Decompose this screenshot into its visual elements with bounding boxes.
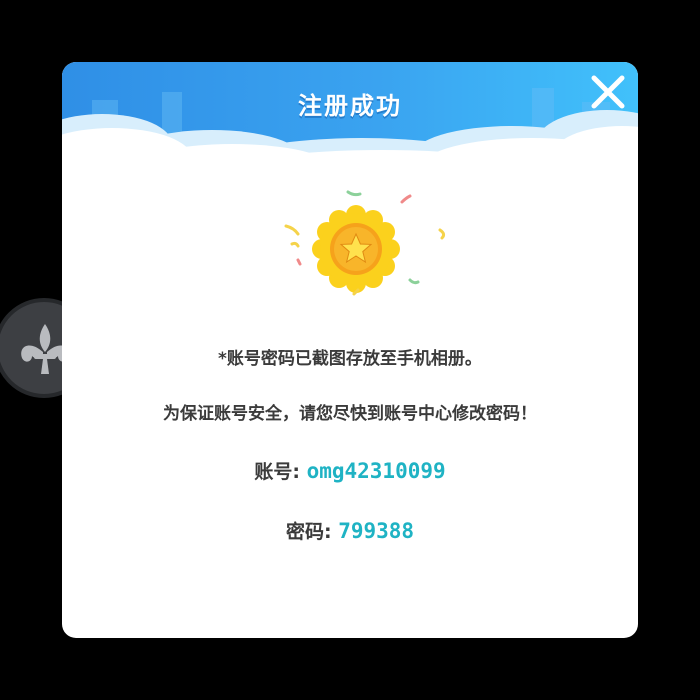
message-screenshot-saved: *账号密码已截图存放至手机相册。 — [218, 349, 482, 369]
account-value: omg42310099 — [306, 459, 446, 483]
dialog-header: 注册成功 — [62, 62, 638, 172]
dialog-title: 注册成功 — [298, 92, 402, 120]
star-medal-icon — [284, 190, 446, 296]
password-label: 密码: — [285, 521, 332, 543]
password-value: 799388 — [338, 519, 415, 543]
close-icon — [591, 75, 625, 109]
account-label: 账号: — [254, 461, 300, 483]
password-row: 密码: 799388 — [62, 517, 638, 544]
close-button[interactable] — [586, 70, 630, 114]
register-success-dialog: 注册成功 *账号密码已截图存放至手机相册。 为保证账号安全，请您尽快到账号中心修… — [62, 62, 638, 638]
message-change-password: 为保证账号安全，请您尽快到账号中心修改密码！ — [163, 404, 537, 424]
account-row: 账号: omg42310099 — [62, 457, 638, 484]
